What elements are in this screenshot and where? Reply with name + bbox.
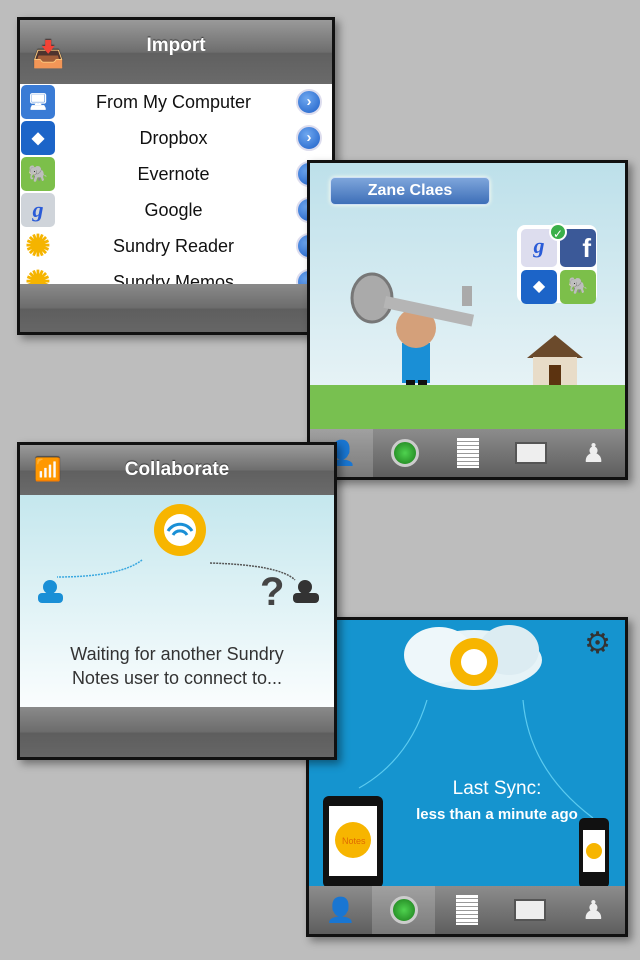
import-panel: 📥 Import 🖥 From My Computer › ◆ Dropbox › 🐘 Eve…: [17, 17, 335, 335]
chevron-right-icon[interactable]: ›: [296, 125, 322, 151]
pawn-icon: ♟: [581, 894, 606, 925]
import-row-label: From My Computer: [95, 91, 252, 112]
import-row-label: Google: [144, 199, 203, 220]
computer-icon: 🖥: [21, 85, 55, 119]
sync-illustration: Notes: [323, 625, 609, 888]
import-list: 🖥From My Computer›◆Dropbox›🐘Evernote›gGo…: [20, 84, 332, 300]
svg-text:?: ?: [260, 570, 284, 614]
collaborate-title: Collaborate: [124, 459, 230, 480]
import-row[interactable]: gGoogle›: [20, 192, 332, 228]
phone-icon: [579, 818, 609, 888]
collaborate-panel: 📶 Collaborate ? Waiting for another Sund…: [17, 442, 337, 760]
group-icon: [293, 580, 319, 603]
monitor-icon: [514, 442, 547, 464]
key-person-illustration: [350, 272, 475, 398]
user-name-badge[interactable]: Zane Claes: [330, 177, 490, 205]
settings-gear-icon[interactable]: ⚙: [584, 626, 611, 661]
user-icon: [38, 580, 63, 603]
svg-text:Notes: Notes: [342, 836, 366, 846]
sync-icon: [389, 896, 418, 924]
import-row[interactable]: 🖥 From My Computer ›: [20, 84, 332, 120]
tab-bar: 👤 ♟: [309, 886, 625, 934]
collaborate-footer: [20, 707, 334, 757]
tab-profile[interactable]: 👤: [309, 886, 372, 934]
tab-sync[interactable]: [372, 886, 436, 934]
tab-display[interactable]: [499, 886, 562, 934]
dropbox-icon: ◆: [21, 121, 55, 155]
sundry-wifi-logo: [154, 504, 206, 556]
import-row-label: Evernote: [137, 163, 210, 184]
profile-panel: Zane Claes g f ◆ 🐘 ✓ 👤 ♟: [307, 160, 628, 480]
import-row[interactable]: ✺Sundry Reader›: [20, 228, 332, 264]
tab-pawn[interactable]: ♟: [562, 886, 625, 934]
import-row[interactable]: 🐘Evernote›: [20, 156, 332, 192]
import-footer: [20, 284, 332, 332]
import-header: 📥 Import: [20, 20, 332, 84]
import-row-label: Sundry Reader: [112, 235, 235, 256]
evernote-icon: 🐘: [560, 270, 596, 304]
notepad-icon: [456, 438, 479, 468]
grass: [310, 385, 625, 433]
tab-sync[interactable]: [373, 429, 436, 477]
sync-panel: Notes ⚙ Last Sync: less than a minute ag…: [306, 617, 628, 937]
waiting-message: Waiting for another Sundry Notes user to…: [70, 644, 284, 688]
monitor-icon: [514, 899, 547, 921]
import-tray-icon[interactable]: 📥: [32, 28, 64, 80]
last-sync-value: less than a minute ago: [416, 806, 578, 823]
tab-display[interactable]: [499, 429, 562, 477]
tab-notes[interactable]: [435, 886, 498, 934]
tab-notes[interactable]: [436, 429, 499, 477]
tab-pawn[interactable]: ♟: [562, 429, 625, 477]
import-row[interactable]: ◆ Dropbox ›: [20, 120, 332, 156]
import-row-label: Dropbox: [139, 127, 208, 148]
tab-bar: 👤 ♟: [310, 429, 625, 477]
wifi-icon[interactable]: 📶: [34, 445, 61, 495]
sundry-reader-icon: ✺: [21, 229, 55, 263]
check-icon: ✓: [549, 223, 567, 241]
services-bubble: g f ◆ 🐘 ✓: [517, 223, 597, 304]
house-icon: [527, 335, 583, 389]
collaborate-illustration: ?: [38, 504, 319, 614]
collaborate-header: 📶 Collaborate: [20, 445, 334, 495]
chevron-right-icon[interactable]: ›: [296, 89, 322, 115]
import-title: Import: [146, 35, 206, 56]
sync-icon: [390, 439, 419, 467]
notepad-icon: [456, 895, 478, 925]
google-icon: g: [21, 193, 55, 227]
last-sync-label: Last Sync:: [452, 778, 542, 799]
pawn-icon: ♟: [581, 437, 606, 468]
dropbox-icon: ◆: [521, 270, 557, 304]
evernote-icon: 🐘: [21, 157, 55, 191]
profile-icon: 👤: [325, 896, 356, 924]
